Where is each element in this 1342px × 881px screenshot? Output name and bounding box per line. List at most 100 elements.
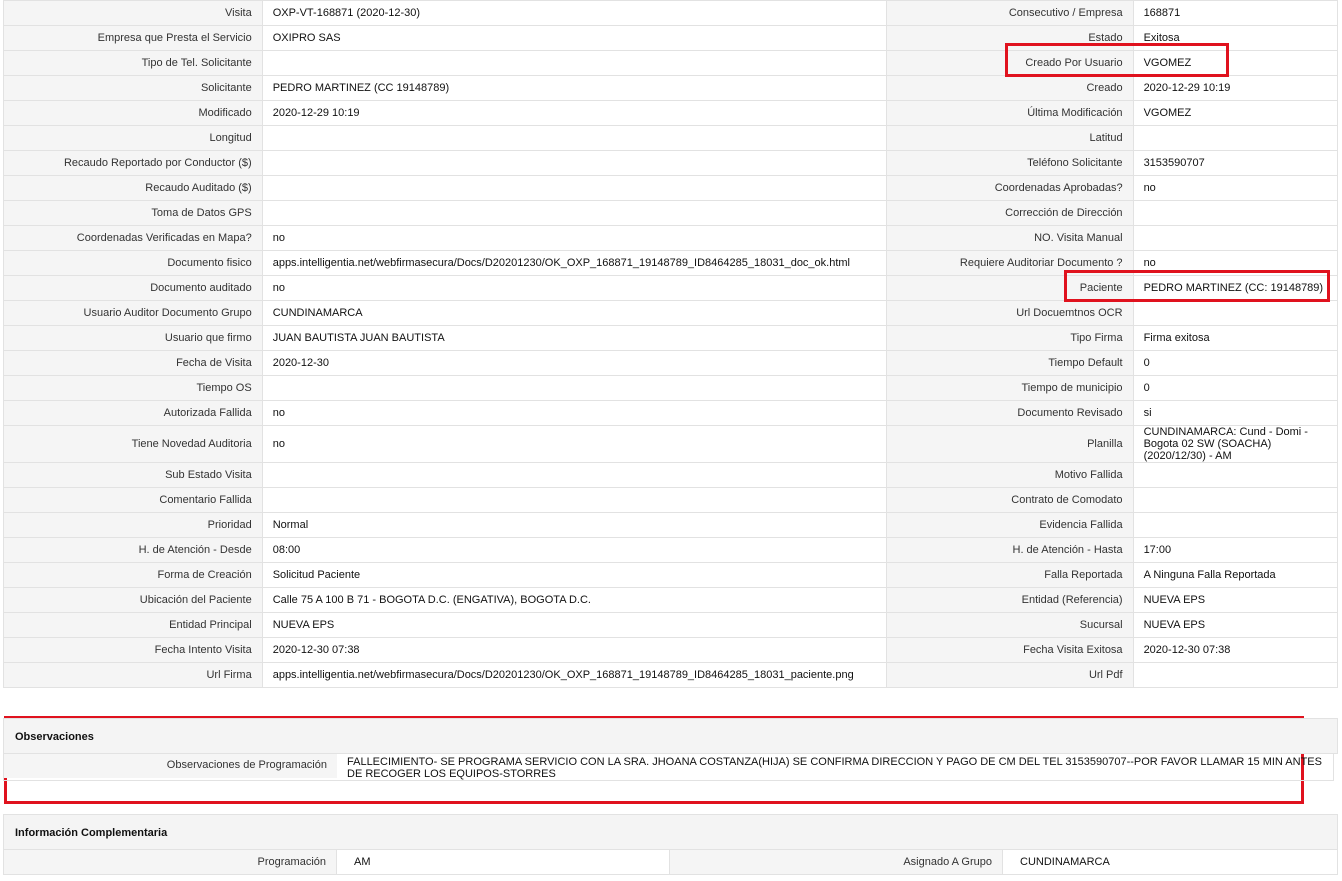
field-label: Tipo Firma bbox=[885, 325, 1134, 351]
field-label: Sucursal bbox=[885, 612, 1134, 638]
field-value: apps.intelligentia.net/webfirmasecura/Do… bbox=[261, 250, 887, 276]
field-label: Latitud bbox=[885, 125, 1134, 151]
programacion-label: Programación bbox=[4, 850, 337, 874]
visit-details-table: Visita OXP-VT-168871 (2020-12-30) Consecut… bbox=[3, 0, 1339, 688]
detail-row: Longitud Latitud bbox=[3, 125, 1339, 151]
visit-details-body: Visita OXP-VT-168871 (2020-12-30) Consecut… bbox=[3, 0, 1339, 688]
field-label: Url Pdf bbox=[885, 662, 1134, 688]
field-value bbox=[1132, 662, 1339, 688]
detail-row: Entidad Principal NUEVA EPS Sucursal NUEVA … bbox=[3, 612, 1339, 638]
field-value: no bbox=[261, 425, 887, 463]
detail-row: Visita OXP-VT-168871 (2020-12-30) Consecut… bbox=[3, 0, 1339, 26]
field-value bbox=[261, 150, 887, 176]
field-value: PEDRO MARTINEZ (CC 19148789) bbox=[261, 75, 887, 101]
field-label: Tiempo OS bbox=[3, 375, 263, 401]
field-label: Consecutivo / Empresa bbox=[885, 0, 1134, 26]
observaciones-row: Observaciones de Programación FALLECIMIE… bbox=[3, 754, 1334, 781]
field-value bbox=[1132, 200, 1339, 226]
field-value bbox=[1132, 300, 1339, 326]
field-label: Recaudo Reportado por Conductor ($) bbox=[3, 150, 263, 176]
field-label: Forma de Creación bbox=[3, 562, 263, 588]
field-label: Falla Reportada bbox=[885, 562, 1134, 588]
field-label: Visita bbox=[3, 0, 263, 26]
detail-row: Autorizada Fallida no Documento Revisado si bbox=[3, 400, 1339, 426]
field-label: NO. Visita Manual bbox=[885, 225, 1134, 251]
field-value: no bbox=[1132, 250, 1339, 276]
detail-row: Fecha de Visita 2020-12-30 Tiempo Default 0 bbox=[3, 350, 1339, 376]
field-value: Exitosa bbox=[1132, 25, 1339, 51]
field-value bbox=[1132, 225, 1339, 251]
field-value: NUEVA EPS bbox=[1132, 587, 1339, 613]
detail-row: H. de Atención - Desde 08:00 H. de Atenció… bbox=[3, 537, 1339, 563]
observaciones-label: Observaciones de Programación bbox=[4, 754, 337, 778]
field-label: Tiempo Default bbox=[885, 350, 1134, 376]
field-value: apps.intelligentia.net/webfirmasecura/Do… bbox=[261, 662, 887, 688]
field-value: OXP-VT-168871 (2020-12-30) bbox=[261, 0, 887, 26]
detail-row: Url Firma apps.intelligentia.net/webfirma… bbox=[3, 662, 1339, 688]
field-label: Ubicación del Paciente bbox=[3, 587, 263, 613]
field-value: no bbox=[261, 400, 887, 426]
field-value: Calle 75 A 100 B 71 - BOGOTA D.C. (ENGAT… bbox=[261, 587, 887, 613]
detail-row: Usuario Auditor Documento Grupo CUNDINAMA… bbox=[3, 300, 1339, 326]
field-label: Creado Por Usuario bbox=[885, 50, 1134, 76]
field-value bbox=[261, 375, 887, 401]
field-label: Documento auditado bbox=[3, 275, 263, 301]
detail-row: Coordenadas Verificadas en Mapa? no NO. Vi… bbox=[3, 225, 1339, 251]
field-label: Coordenadas Verificadas en Mapa? bbox=[3, 225, 263, 251]
detail-row: Recaudo Reportado por Conductor ($) Teléf… bbox=[3, 150, 1339, 176]
detail-row: Usuario que firmo JUAN BAUTISTA JUAN BAUT… bbox=[3, 325, 1339, 351]
field-label: Recaudo Auditado ($) bbox=[3, 175, 263, 201]
field-label: H. de Atención - Desde bbox=[3, 537, 263, 563]
field-label: Longitud bbox=[3, 125, 263, 151]
field-value: 3153590707 bbox=[1132, 150, 1339, 176]
field-value: 168871 bbox=[1132, 0, 1339, 26]
field-label: Última Modificación bbox=[885, 100, 1134, 126]
field-label: Contrato de Comodato bbox=[885, 487, 1134, 513]
complementaria-row: Programación AM Asignado A Grupo CUNDINA… bbox=[3, 850, 1338, 875]
detail-row: Documento auditado no Paciente PEDRO MARTIN… bbox=[3, 275, 1339, 301]
observaciones-value: FALLECIMIENTO- SE PROGRAMA SERVICIO CON … bbox=[347, 756, 1322, 780]
field-label: Entidad Principal bbox=[3, 612, 263, 638]
field-label: Solicitante bbox=[3, 75, 263, 101]
detail-row: Sub Estado Visita Motivo Fallida bbox=[3, 462, 1339, 488]
detail-row: Tipo de Tel. Solicitante Creado Por Usuar… bbox=[3, 50, 1339, 76]
field-label: Comentario Fallida bbox=[3, 487, 263, 513]
detail-row: Documento fisico apps.intelligentia.net/w… bbox=[3, 250, 1339, 276]
complementaria-section: Información Complementaria Programación … bbox=[3, 814, 1338, 875]
detail-row: Prioridad Normal Evidencia Fallida bbox=[3, 512, 1339, 538]
field-label: Usuario que firmo bbox=[3, 325, 263, 351]
observaciones-section: Observaciones Observaciones de Programac… bbox=[3, 718, 1338, 781]
field-value: A Ninguna Falla Reportada bbox=[1132, 562, 1339, 588]
field-label: Paciente bbox=[885, 275, 1134, 301]
field-value: VGOMEZ bbox=[1132, 100, 1339, 126]
field-value: CUNDINAMARCA bbox=[261, 300, 887, 326]
observaciones-title: Observaciones bbox=[3, 718, 1338, 754]
field-value: no bbox=[261, 225, 887, 251]
field-value: PEDRO MARTINEZ (CC: 19148789) bbox=[1132, 275, 1339, 301]
field-value: 0 bbox=[1132, 375, 1339, 401]
field-label: Tiempo de municipio bbox=[885, 375, 1134, 401]
field-value bbox=[261, 487, 887, 513]
field-value: Firma exitosa bbox=[1132, 325, 1339, 351]
detail-row: Comentario Fallida Contrato de Comodato bbox=[3, 487, 1339, 513]
field-value: 08:00 bbox=[261, 537, 887, 563]
field-label: Tipo de Tel. Solicitante bbox=[3, 50, 263, 76]
field-label: Autorizada Fallida bbox=[3, 400, 263, 426]
field-value: NUEVA EPS bbox=[1132, 612, 1339, 638]
field-value bbox=[261, 175, 887, 201]
field-value: VGOMEZ bbox=[1132, 50, 1339, 76]
programacion-value: AM bbox=[337, 850, 670, 874]
field-label: Entidad (Referencia) bbox=[885, 587, 1134, 613]
field-value: 17:00 bbox=[1132, 537, 1339, 563]
detail-row: Tiene Novedad Auditoria no Planilla CUNDINA… bbox=[3, 425, 1339, 463]
field-value bbox=[1132, 125, 1339, 151]
detail-row: Fecha Intento Visita 2020-12-30 07:38 Fech… bbox=[3, 637, 1339, 663]
asignado-grupo-value: CUNDINAMARCA bbox=[1003, 850, 1337, 874]
field-value: 2020-12-30 bbox=[261, 350, 887, 376]
field-label: Estado bbox=[885, 25, 1134, 51]
field-value: 2020-12-30 07:38 bbox=[1132, 637, 1339, 663]
field-label: Requiere Auditoriar Documento ? bbox=[885, 250, 1134, 276]
detail-row: Ubicación del Paciente Calle 75 A 100 B 7… bbox=[3, 587, 1339, 613]
field-value: 2020-12-29 10:19 bbox=[1132, 75, 1339, 101]
field-label: Fecha de Visita bbox=[3, 350, 263, 376]
